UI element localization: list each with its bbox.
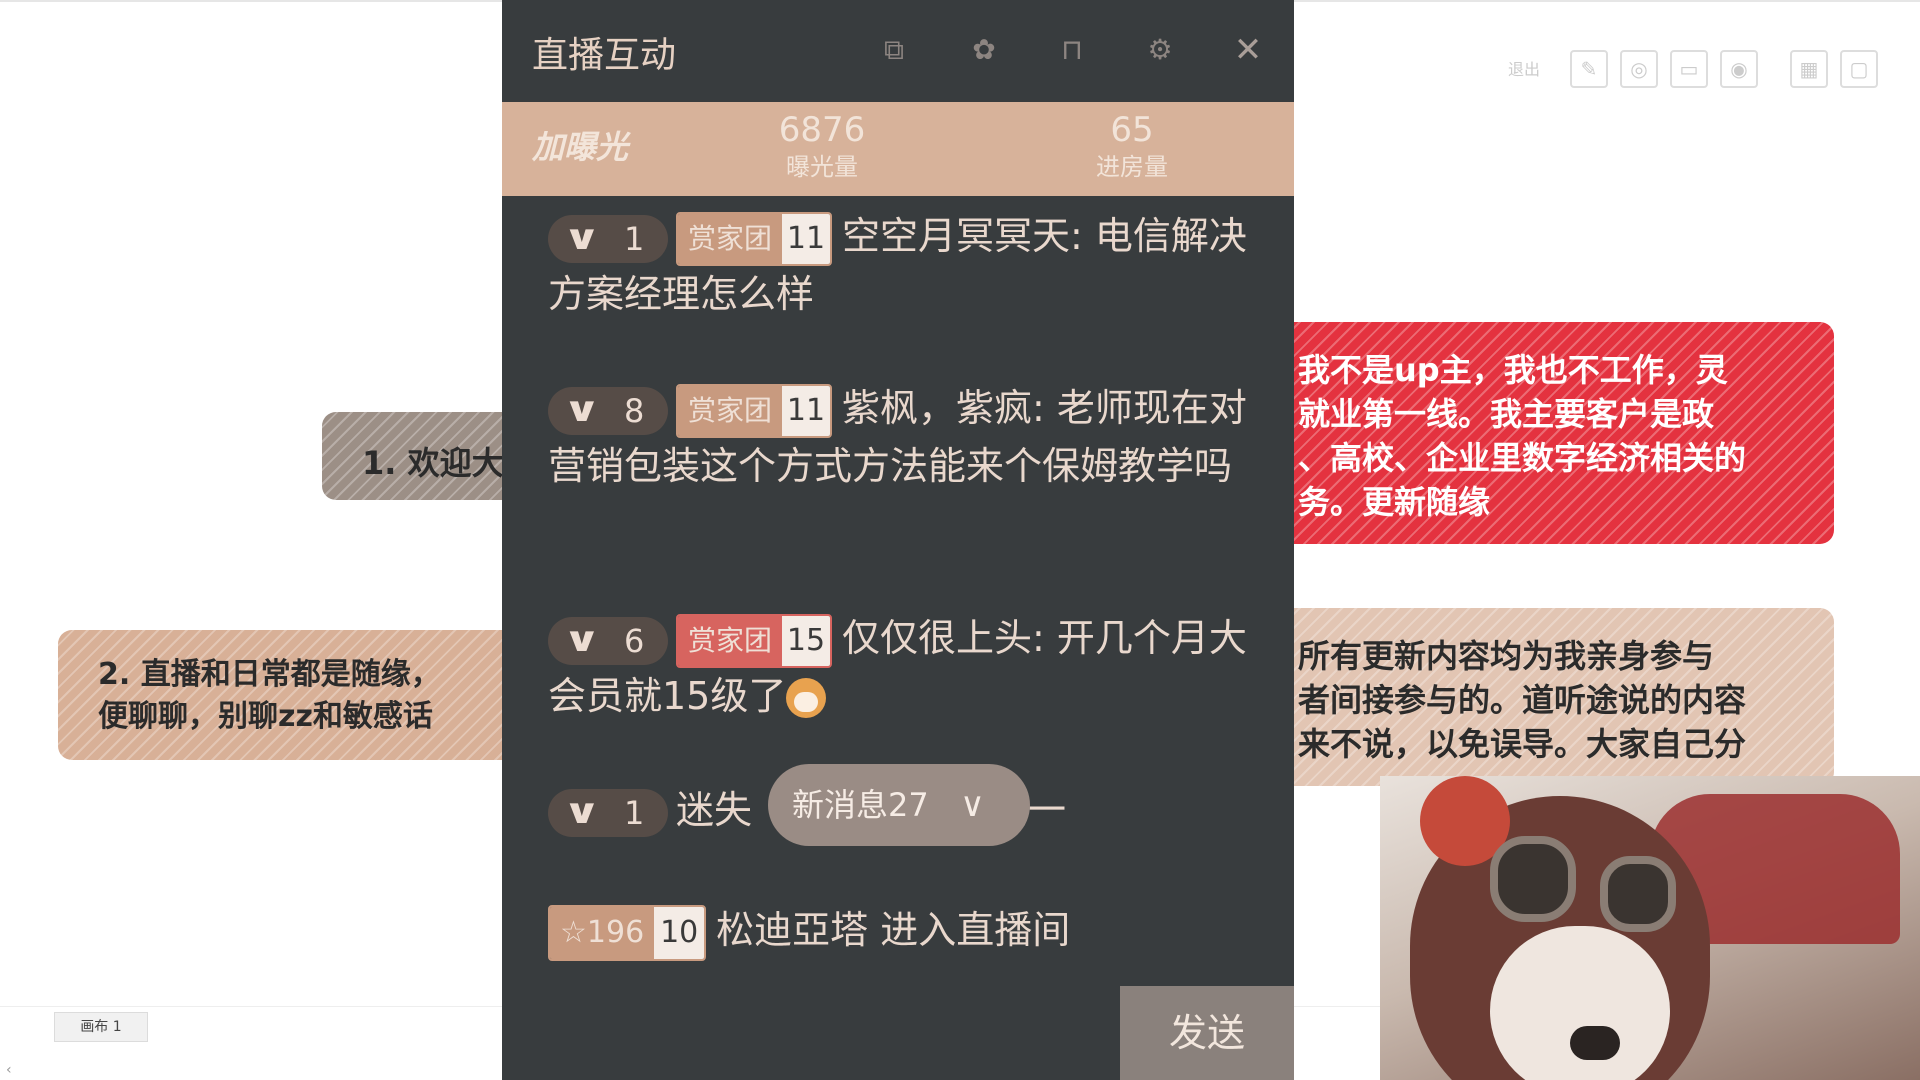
stat-room-entries: 65 进房量 <box>1032 110 1232 184</box>
boost-exposure-button[interactable]: 加曝光 <box>532 122 672 172</box>
doge-emoji-icon <box>786 678 827 718</box>
live-interaction-panel: 直播互动 ⧉ ✿ ⊓ ⚙ ✕ 加曝光 6876 曝光量 65 进房量 ∨ 1 赏家团… <box>502 0 1294 1080</box>
mic-icon[interactable]: ◉ <box>1720 50 1758 88</box>
chevron-down-icon: ∨ <box>960 785 985 825</box>
note-card-rules: 2. 直播和日常都是随缘， 便聊聊，别聊zz和敏感话 <box>58 630 518 760</box>
new-messages-button[interactable]: 新消息27 ∨ <box>768 764 1030 846</box>
screen-share-icon[interactable]: ⧉ <box>874 30 914 70</box>
entry-notice: ☆196 10 松迪亞塔 进入直播间 <box>548 902 1248 961</box>
chevron-down-icon: ∨ <box>562 619 602 660</box>
stat-exposure-value: 6876 <box>778 110 866 150</box>
stat-room-entries-value: 65 <box>1110 110 1154 150</box>
lock-icon[interactable]: ⊓ <box>1052 30 1092 70</box>
gear-icon[interactable]: ⚙ <box>1140 30 1180 70</box>
chat-list[interactable]: ∨ 1 赏家团 11 空空月冥冥天: 电信解决方案经理怎么样 ∨ 8 赏家团 11 紫枫，紫疯:… <box>502 196 1294 986</box>
entry-notice-text: 松迪亞塔 进入直播间 <box>716 908 1071 952</box>
pointer-icon[interactable]: ◎ <box>1620 50 1658 88</box>
chevron-left-icon[interactable]: ‹ <box>6 1062 12 1078</box>
chevron-down-icon: ∨ <box>562 389 602 430</box>
chat-message: ∨ 6 赏家团 15 仅仅很上头: 开几个月大会员就15级了 <box>548 610 1248 725</box>
note-card-intro: 我不是up主，我也不工作，灵 就业第一线。我主要客户是政 、高校、企业里数字经济… <box>1270 322 1834 544</box>
chat-message-text-left: 迷失 <box>676 788 753 832</box>
note-card-welcome-text: 1. 欢迎大 <box>362 444 504 482</box>
panel-header: 直播互动 ⧉ ✿ ⊓ ⚙ ✕ <box>502 0 1294 102</box>
stat-room-entries-label: 进房量 <box>1096 153 1168 181</box>
stat-exposure: 6876 曝光量 <box>722 110 922 184</box>
avatar-nose <box>1570 1026 1620 1060</box>
note-card-welcome: 1. 欢迎大 <box>322 412 522 500</box>
fan-badge: 赏家团 11 <box>676 383 833 438</box>
exit-button[interactable]: 退出 <box>1508 56 1540 80</box>
webcam-overlay <box>1380 776 1920 1080</box>
note-card-disclaimer: 所有更新内容均为我亲身参与 者间接参与的。道听途说的内容 来不说，以免误导。大家… <box>1270 608 1834 786</box>
note-card-disclaimer-text: 所有更新内容均为我亲身参与 者间接参与的。道听途说的内容 来不说，以免误导。大家… <box>1298 637 1747 763</box>
user-level-badge: ∨ 1 <box>548 788 668 837</box>
chat-message: ∨ 8 赏家团 11 紫枫，紫疯: 老师现在对营销包装这个方式方法能来个保姆教学吗 <box>548 380 1248 495</box>
note-card-intro-text: 我不是up主，我也不工作，灵 就业第一线。我主要客户是政 、高校、企业里数字经济… <box>1298 351 1747 521</box>
avatar-goggle-left <box>1490 836 1576 922</box>
chevron-down-icon: ∨ <box>562 791 602 832</box>
close-icon[interactable]: ✕ <box>1228 30 1268 70</box>
presentation-toolbar: 退出 ✎ ◎ ▭ ◉ ▦ ▢ <box>1500 42 1890 98</box>
fan-badge: 赏家团 11 <box>676 211 833 266</box>
star-badge: ☆196 10 <box>548 904 707 961</box>
pen-icon[interactable]: ✎ <box>1570 50 1608 88</box>
chat-message: ∨ 1 赏家团 11 空空月冥冥天: 电信解决方案经理怎么样 <box>548 208 1248 323</box>
send-button[interactable]: 发送 <box>1120 986 1294 1080</box>
stats-bar: 加曝光 6876 曝光量 65 进房量 <box>502 102 1294 196</box>
panel-title: 直播互动 <box>532 35 677 76</box>
puzzle-icon[interactable]: ✿ <box>964 30 1004 70</box>
avatar-goggle-right <box>1600 856 1676 932</box>
user-level-badge: ∨ 1 <box>548 214 668 263</box>
note-card-rules-text: 2. 直播和日常都是随缘， 便聊聊，别聊zz和敏感话 <box>98 657 441 734</box>
grid-icon[interactable]: ▦ <box>1790 50 1828 88</box>
user-level-badge: ∨ 8 <box>548 386 668 435</box>
stat-exposure-label: 曝光量 <box>786 153 858 181</box>
fan-badge: 赏家团 15 <box>676 613 833 668</box>
window-icon[interactable]: ▢ <box>1840 50 1878 88</box>
user-level-badge: ∨ 6 <box>548 616 668 665</box>
canvas-tab[interactable]: 画布 1 <box>54 1012 148 1042</box>
new-messages-label: 新消息27 <box>792 786 929 824</box>
eraser-icon[interactable]: ▭ <box>1670 50 1708 88</box>
chevron-down-icon: ∨ <box>562 217 602 258</box>
